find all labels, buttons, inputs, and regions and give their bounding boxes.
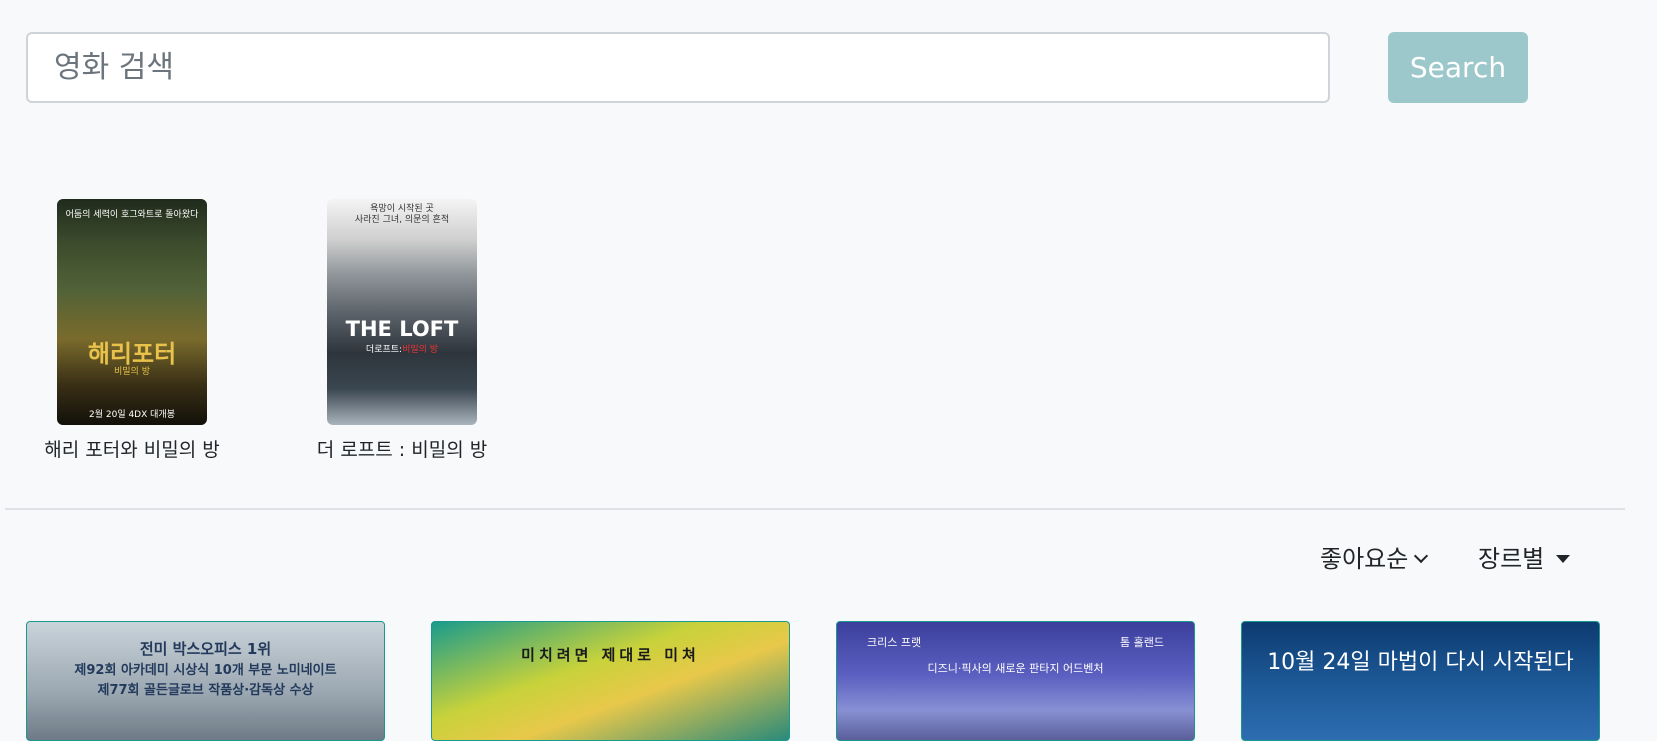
search-button[interactable]: Search [1388, 32, 1528, 103]
poster-release-text: 2월 20일 4DX 대개봉 [89, 410, 175, 420]
search-result-item[interactable]: 욕망이 시작된 곳 사라진 그녀, 의문의 흔적 THE LOFT 더로프트:비… [302, 199, 502, 462]
poster-text: 톰 홀랜드 [1120, 636, 1164, 649]
chevron-down-icon [1414, 548, 1429, 564]
poster-text: 10월 24일 마법이 다시 시작된다 [1267, 650, 1574, 675]
search-result-item[interactable]: 어둠의 세력이 호그와트로 돌아왔다 해리포터 비밀의 방 2월 20일 4DX… [32, 199, 232, 462]
poster-logo-subtitle: 더로프트:비밀의 방 [327, 342, 477, 355]
poster-tagline: 어둠의 세력이 호그와트로 돌아왔다 [65, 210, 199, 220]
poster-logo-subtitle: 비밀의 방 [114, 367, 150, 377]
poster-logo-subtitle-part: 더로프트: [365, 345, 403, 355]
poster-text: 전미 박스오피스 1위 [139, 640, 272, 658]
movie-poster[interactable]: 욕망이 시작된 곳 사라진 그녀, 의문의 흔적 THE LOFT 더로프트:비… [327, 199, 477, 425]
movie-card[interactable]: 미치려면 제대로 미쳐 [431, 621, 790, 741]
caret-down-icon [1556, 555, 1571, 563]
poster-text: 제77회 골든글로브 작품상·감독상 수상 [97, 683, 314, 698]
search-input[interactable] [26, 32, 1330, 103]
sort-dropdown[interactable]: 좋아요순 [1320, 539, 1429, 574]
movie-card[interactable]: 크리스 프랫 톰 홀랜드 디즈니·픽사의 새로운 판타지 어드벤처 [836, 621, 1195, 741]
poster-text: 미치려면 제대로 미쳐 [521, 646, 700, 664]
poster-text: 디즈니·픽사의 새로운 판타지 어드벤처 [927, 662, 1104, 675]
genre-dropdown[interactable]: 장르별 [1478, 539, 1571, 574]
movie-poster[interactable]: 어둠의 세력이 호그와트로 돌아왔다 해리포터 비밀의 방 2월 20일 4DX… [57, 199, 207, 425]
genre-dropdown-label: 장르별 [1478, 545, 1545, 573]
poster-text: 제92회 아카데미 시상식 10개 부문 노미네이트 [74, 663, 337, 678]
section-divider [5, 508, 1625, 510]
movie-card[interactable]: 전미 박스오피스 1위 제92회 아카데미 시상식 10개 부문 노미네이트 제… [26, 621, 385, 741]
poster-logo-subtitle-part: 비밀의 방 [402, 345, 439, 355]
search-result-title[interactable]: 해리 포터와 비밀의 방 [32, 435, 232, 462]
sort-dropdown-label: 좋아요순 [1320, 545, 1409, 573]
poster-logo: THE LOFT [345, 317, 459, 341]
search-result-title[interactable]: 더 로프트 : 비밀의 방 [302, 435, 502, 462]
poster-tagline: 사라진 그녀, 의문의 흔적 [354, 215, 450, 225]
movie-card[interactable]: 10월 24일 마법이 다시 시작된다 [1241, 621, 1600, 741]
